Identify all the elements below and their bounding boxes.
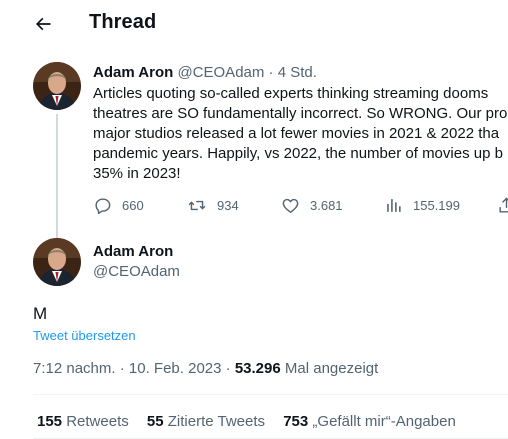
- meta-separator: ·: [119, 360, 125, 377]
- tweet-meta: 7:12 nachm. · 10. Feb. 2023 · 53.296 Mal…: [33, 360, 378, 377]
- thread-header: Thread: [0, 0, 508, 48]
- tweet-action-bar: 660 934 3.681 155.199: [93, 196, 508, 218]
- page-title: Thread: [89, 11, 157, 33]
- share-button[interactable]: [497, 196, 508, 215]
- main-tweet-text: M: [33, 304, 48, 323]
- tweet-text-line: pandemic years. Happily, vs 2022, the nu…: [93, 145, 503, 162]
- translate-tweet-link[interactable]: Tweet übersetzen: [33, 328, 136, 343]
- retweets-stat[interactable]: 155 Retweets: [37, 413, 129, 430]
- author-name[interactable]: Adam Aron: [93, 243, 173, 260]
- back-button[interactable]: [28, 10, 58, 38]
- thread-connector-line: [56, 114, 58, 238]
- tweet-time[interactable]: 7:12 nachm.: [33, 360, 116, 377]
- author-handle[interactable]: @CEOAdam: [93, 263, 180, 280]
- quote-tweets-stat[interactable]: 55 Zitierte Tweets: [147, 413, 265, 430]
- retweet-button[interactable]: 934: [187, 196, 239, 215]
- views-icon: [387, 199, 401, 212]
- avatar[interactable]: [33, 238, 81, 286]
- like-count: 3.681: [310, 198, 343, 213]
- quotes-label: Zitierte Tweets: [167, 413, 266, 430]
- back-arrow-icon: [35, 17, 51, 31]
- tweet-date[interactable]: 10. Feb. 2023: [129, 360, 222, 377]
- avatar[interactable]: [33, 62, 81, 110]
- retweet-count: 934: [217, 198, 239, 213]
- author-name[interactable]: Adam Aron: [93, 64, 173, 81]
- likes-stat[interactable]: 753 „Gefällt mir“-Angaben: [283, 413, 456, 430]
- tweet-time[interactable]: 4 Std.: [278, 64, 317, 81]
- views-label: Mal angezeigt: [284, 360, 379, 377]
- parent-tweet-text: Articles quoting so-called experts think…: [93, 84, 508, 184]
- tweet-text-line: major studios released a lot fewer movie…: [93, 125, 500, 142]
- tweet-stats: 155 Retweets 55 Zitierte Tweets 753 „Gef…: [37, 413, 470, 430]
- likes-label: „Gefällt mir“-Angaben: [312, 413, 456, 430]
- likes-count: 753: [283, 413, 309, 430]
- parent-tweet-header: Adam Aron @CEOAdam · 4 Std.: [93, 64, 317, 81]
- retweet-icon: [188, 200, 206, 211]
- thread-page: Thread Adam Aron @CEOAdam · 4 Std. Artic…: [0, 0, 508, 439]
- like-icon: [282, 198, 299, 213]
- views-count: 155.199: [413, 198, 460, 213]
- tweet-text-line: 35% in 2023!: [93, 165, 181, 182]
- divider: [33, 394, 508, 395]
- views-button[interactable]: 155.199: [384, 196, 460, 215]
- share-icon: [499, 197, 508, 213]
- like-button[interactable]: 3.681: [281, 196, 343, 215]
- tweet-text-line: Articles quoting so-called experts think…: [93, 85, 489, 102]
- quotes-count: 55: [146, 413, 164, 430]
- retweets-label: Retweets: [66, 413, 129, 430]
- header-separator: ·: [268, 64, 274, 81]
- views-count: 53.296: [234, 360, 281, 377]
- reply-count: 660: [122, 198, 144, 213]
- author-handle[interactable]: @CEOAdam: [177, 64, 264, 81]
- reply-icon: [95, 198, 111, 215]
- retweets-count: 155: [37, 413, 63, 430]
- reply-button[interactable]: 660: [93, 196, 144, 215]
- meta-separator: ·: [225, 360, 231, 377]
- tweet-text-line: theatres are SO fundamentally incorrect.…: [93, 105, 508, 122]
